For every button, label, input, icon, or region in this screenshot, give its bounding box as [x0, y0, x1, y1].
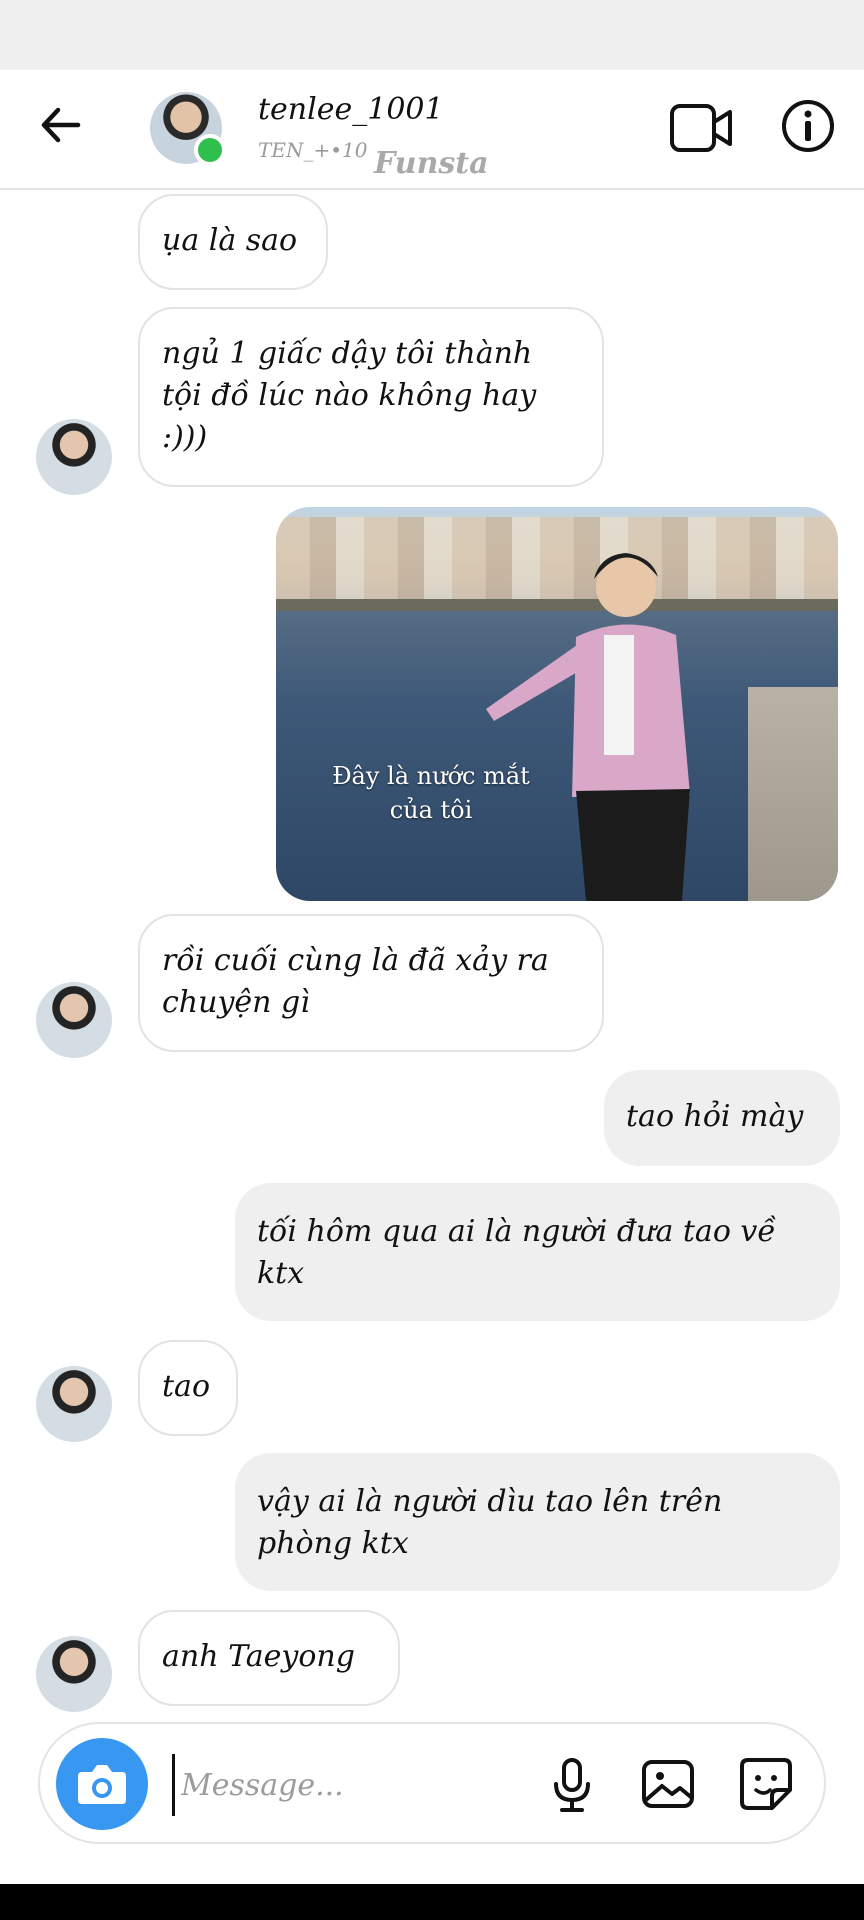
image-caption: Đây là nước mắt của tôi [332, 762, 530, 824]
message-incoming[interactable]: tao [138, 1340, 238, 1436]
photo-pier [748, 687, 838, 901]
sticker-icon [740, 1758, 792, 1810]
message-composer [38, 1722, 826, 1844]
message-outgoing[interactable]: tao hỏi mày [604, 1070, 840, 1166]
voice-message-button[interactable] [540, 1752, 604, 1816]
video-camera-icon [670, 104, 732, 152]
camera-icon [78, 1765, 126, 1804]
contact-subtitle: TEN_+•10 [258, 138, 368, 162]
sender-avatar[interactable] [36, 1366, 112, 1442]
sender-avatar[interactable] [36, 419, 112, 495]
microphone-icon [554, 1758, 590, 1812]
message-image[interactable]: Đây là nước mắt của tôi [276, 507, 838, 901]
sender-avatar[interactable] [36, 982, 112, 1058]
status-bar [0, 0, 864, 70]
photo-person [486, 553, 690, 901]
message-input[interactable] [172, 1754, 543, 1816]
info-button[interactable] [780, 98, 836, 154]
info-icon [782, 100, 834, 152]
back-button[interactable] [34, 98, 88, 152]
message-incoming[interactable]: rồi cuối cùng là đã xảy ra chuyện gì [138, 914, 604, 1052]
message-incoming[interactable]: anh Taeyong [138, 1610, 400, 1706]
sticker-button[interactable] [734, 1752, 798, 1816]
video-call-button[interactable] [668, 100, 734, 156]
system-navigation-bar [0, 1884, 864, 1920]
camera-button[interactable] [56, 1738, 148, 1830]
message-incoming[interactable]: ụa là sao [138, 194, 328, 290]
online-status-dot [194, 134, 226, 166]
message-incoming[interactable]: ngủ 1 giấc dậy tôi thành tội đồ lúc nào … [138, 307, 604, 487]
gallery-button[interactable] [636, 1752, 700, 1816]
arrow-left-icon [41, 107, 81, 143]
watermark: Funsta [374, 146, 489, 181]
contact-avatar[interactable] [150, 92, 226, 166]
sender-avatar[interactable] [36, 1636, 112, 1712]
message-outgoing[interactable]: tối hôm qua ai là người đưa tao về ktx [235, 1183, 840, 1321]
message-outgoing[interactable]: vậy ai là người dìu tao lên trên phòng k… [235, 1453, 840, 1591]
contact-username[interactable]: tenlee_1001 [258, 92, 444, 127]
image-icon [642, 1760, 694, 1808]
chat-header: tenlee_1001 TEN_+•10 Funsta [0, 70, 864, 190]
